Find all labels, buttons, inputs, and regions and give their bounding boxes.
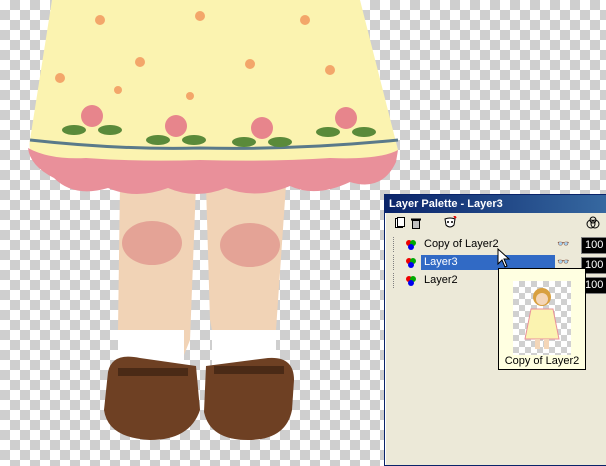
glasses-icon[interactable]: 👓 bbox=[557, 257, 569, 268]
delete-layer-icon[interactable] bbox=[409, 216, 423, 230]
layer-thumbnail-tooltip: Copy of Layer2 bbox=[498, 268, 586, 370]
tooltip-caption: Copy of Layer2 bbox=[504, 355, 580, 367]
palette-toolbar bbox=[385, 213, 606, 235]
raster-layer-icon bbox=[405, 275, 417, 287]
mouse-pointer-icon bbox=[497, 248, 511, 268]
opacity-icon[interactable] bbox=[585, 216, 601, 230]
new-layer-icon[interactable] bbox=[393, 216, 407, 230]
shoes-artwork bbox=[104, 356, 294, 440]
raster-layer-icon bbox=[405, 257, 417, 269]
opacity-field[interactable]: 100 bbox=[581, 237, 606, 254]
layer-thumbnail bbox=[513, 281, 571, 355]
layer-name: Copy of Layer2 bbox=[424, 238, 499, 250]
palette-title[interactable]: Layer Palette - Layer3 bbox=[385, 195, 606, 213]
dress-artwork bbox=[28, 0, 399, 194]
raster-layer-icon bbox=[405, 239, 417, 251]
layer-row-copy-of-layer2[interactable]: Copy of Layer2 👓 bbox=[391, 237, 577, 252]
glasses-icon[interactable]: 👓 bbox=[557, 239, 569, 250]
mask-icon[interactable] bbox=[443, 216, 457, 230]
legs-artwork bbox=[118, 185, 286, 365]
layer-name: Layer2 bbox=[424, 274, 458, 286]
